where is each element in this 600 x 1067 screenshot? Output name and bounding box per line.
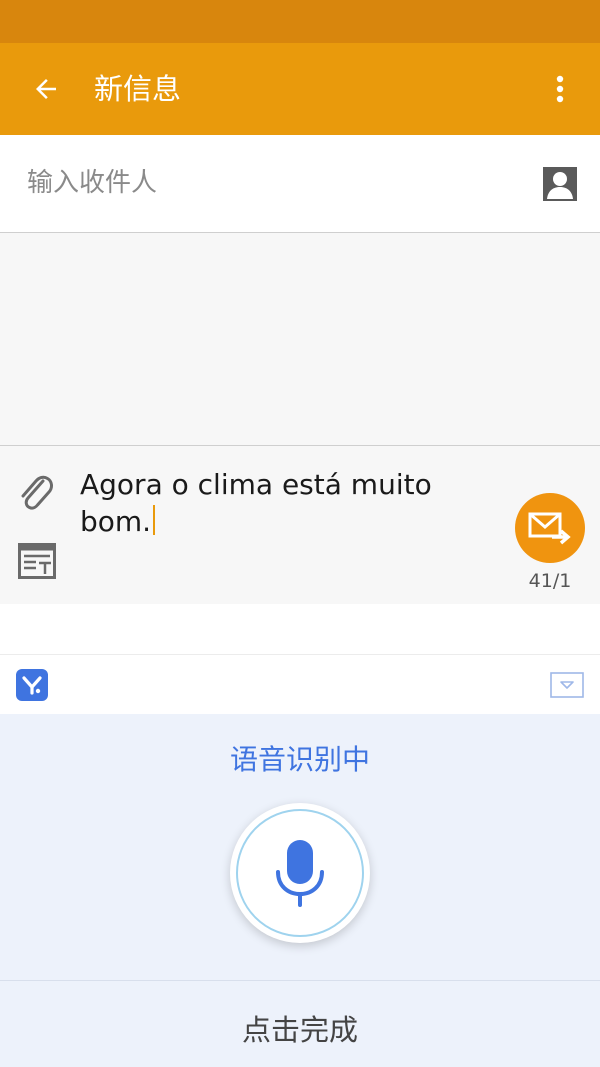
back-button[interactable] <box>20 65 72 113</box>
ime-toolbar <box>0 655 600 714</box>
page-title: 新信息 <box>94 72 182 106</box>
app-bar: 新信息 <box>0 43 600 135</box>
recipient-input[interactable] <box>27 163 507 203</box>
collapse-keyboard-button[interactable] <box>550 672 584 698</box>
contact-person-icon <box>543 167 577 201</box>
message-input[interactable]: Agora o clima está muito bom. <box>80 466 480 540</box>
voice-input-panel: 语音识别中 <box>0 714 600 980</box>
arrow-left-icon <box>36 79 56 99</box>
finish-voice-button[interactable]: 点击完成 <box>0 980 600 1067</box>
mic-ring <box>236 809 364 937</box>
attach-button[interactable] <box>16 470 56 514</box>
send-button[interactable] <box>515 493 585 563</box>
more-vertical-icon <box>556 75 564 103</box>
more-options-button[interactable] <box>536 65 584 113</box>
ime-logo-icon <box>22 676 42 695</box>
text-cursor <box>153 505 156 535</box>
ime-logo-button[interactable] <box>16 669 48 701</box>
collapse-keyboard-icon <box>550 672 584 698</box>
text-template-button[interactable] <box>18 543 56 579</box>
send-message-icon <box>528 512 571 545</box>
recipient-row <box>0 135 600 233</box>
conversation-area <box>0 233 600 446</box>
voice-status-label: 语音识别中 <box>229 743 370 776</box>
character-counter: 41/1 <box>528 570 572 592</box>
contact-picker-button[interactable] <box>542 166 578 202</box>
compose-spacer <box>0 604 600 655</box>
finish-voice-label: 点击完成 <box>241 1013 358 1047</box>
message-text: Agora o clima está muito bom. <box>80 468 432 538</box>
microphone-button[interactable] <box>230 803 370 943</box>
compose-area: Agora o clima está muito bom. 41/1 <box>0 446 600 604</box>
paperclip-icon <box>21 475 53 510</box>
status-bar <box>0 0 600 43</box>
text-template-icon <box>18 543 56 579</box>
